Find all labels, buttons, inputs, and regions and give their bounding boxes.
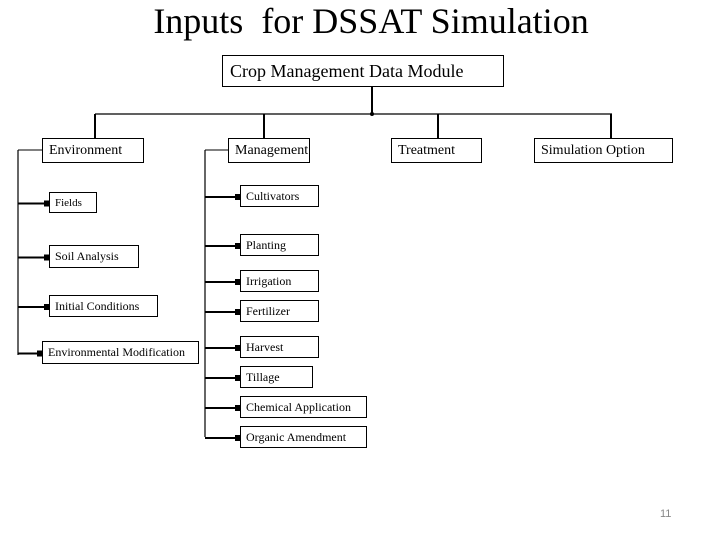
treatment-label: Treatment xyxy=(398,142,456,158)
organic-amendment-label: Organic Amendment xyxy=(246,429,347,444)
cultivators-label: Cultivators xyxy=(246,188,300,203)
environment-label: Environment xyxy=(49,142,123,158)
initial-conditions-box: Initial Conditions xyxy=(49,295,158,317)
soil-analysis-box: Soil Analysis xyxy=(49,245,139,268)
organic-amendment-box: Organic Amendment xyxy=(240,426,367,448)
planting-box: Planting xyxy=(240,234,319,256)
chemical-application-box: Chemical Application xyxy=(240,396,367,418)
simulation-option-label: Simulation Option xyxy=(541,142,645,158)
management-label: Management xyxy=(235,142,309,158)
soil-analysis-label: Soil Analysis xyxy=(55,249,119,263)
simulation-option-box: Simulation Option xyxy=(534,138,673,163)
irrigation-box: Irrigation xyxy=(240,270,319,292)
fertilizer-box: Fertilizer xyxy=(240,300,319,322)
fields-box: Fields xyxy=(49,192,97,213)
initial-conditions-label: Initial Conditions xyxy=(55,298,140,313)
environment-box: Environment xyxy=(42,138,144,163)
management-box: Management xyxy=(228,138,310,163)
irrigation-label: Irrigation xyxy=(246,273,292,288)
harvest-box: Harvest xyxy=(240,336,319,358)
tillage-box: Tillage xyxy=(240,366,313,388)
crop-management-data-module-label: Crop Management Data Module xyxy=(230,60,464,81)
environmental-modification-label: Environmental Modification xyxy=(48,345,185,359)
page-number: 11 xyxy=(660,508,672,520)
planting-label: Planting xyxy=(246,237,287,252)
fertilizer-label: Fertilizer xyxy=(246,303,290,318)
fields-label: Fields xyxy=(55,196,82,209)
tillage-label: Tillage xyxy=(246,369,280,384)
crop-management-data-module-box: Crop Management Data Module xyxy=(222,55,504,87)
chemical-application-label: Chemical Application xyxy=(246,399,351,414)
harvest-label: Harvest xyxy=(246,339,284,354)
environmental-modification-box: Environmental Modification xyxy=(42,341,199,364)
cultivators-box: Cultivators xyxy=(240,185,319,207)
treatment-box: Treatment xyxy=(391,138,482,163)
